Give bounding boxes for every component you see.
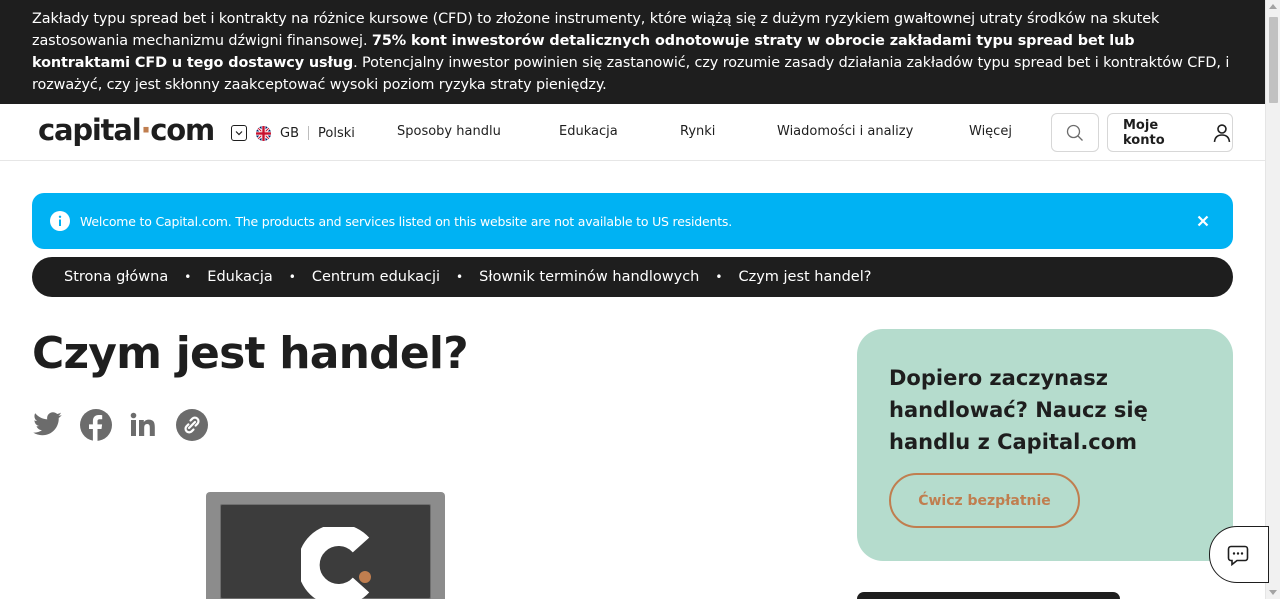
hero-screen xyxy=(220,504,431,599)
risk-warning-banner: Zakłady typu spread bet i kontrakty na r… xyxy=(0,0,1265,104)
logo-text-capital: capital xyxy=(38,113,142,147)
page-scrollbar[interactable] xyxy=(1265,0,1280,599)
top-navigation: capital·com GB Polski Sposoby handlu Edu… xyxy=(0,104,1265,161)
chat-button[interactable] xyxy=(1209,526,1269,583)
scrollbar-thumb[interactable] xyxy=(1269,17,1278,103)
close-icon[interactable] xyxy=(1195,213,1211,229)
breadcrumb-separator: • xyxy=(456,270,464,284)
share-linkedin-button[interactable] xyxy=(129,411,157,443)
breadcrumb-item-centrum-edukacji[interactable]: Centrum edukacji xyxy=(312,269,440,285)
my-account-button[interactable]: Moje konto xyxy=(1107,113,1233,152)
scroll-up-arrow-icon[interactable] xyxy=(1269,4,1277,9)
breadcrumb-item-current: Czym jest handel? xyxy=(738,269,872,285)
nav-wiadomosci-i-analizy[interactable]: Wiadomości i analizy xyxy=(777,124,913,139)
capital-com-c-logo-icon xyxy=(301,527,371,599)
promo-title: Dopiero zaczynasz handlować? Naucz się h… xyxy=(889,366,1148,454)
user-icon xyxy=(1213,123,1231,142)
capital-com-logo[interactable]: capital·com xyxy=(38,113,215,147)
region-language-selector[interactable]: GB Polski xyxy=(231,123,355,143)
search-button[interactable] xyxy=(1051,113,1099,152)
article-hero-image xyxy=(206,492,445,599)
region-code: GB xyxy=(280,125,299,141)
nav-sposoby-handlu[interactable]: Sposoby handlu xyxy=(397,124,501,139)
copy-link-icon xyxy=(176,409,208,441)
promo-card: Dopiero zaczynasz handlować? Naucz się h… xyxy=(857,329,1233,561)
twitter-icon xyxy=(33,412,62,436)
breadcrumb-item-edukacja[interactable]: Edukacja xyxy=(207,269,272,285)
chat-icon xyxy=(1227,545,1249,566)
notice-text: Welcome to Capital.com. The products and… xyxy=(80,213,733,229)
facebook-icon xyxy=(80,409,112,441)
copy-link-button[interactable] xyxy=(176,409,208,445)
nav-rynki[interactable]: Rynki xyxy=(680,124,715,139)
logo-text-com: com xyxy=(150,113,215,147)
language-label: Polski xyxy=(318,125,355,141)
us-residents-notice: Welcome to Capital.com. The products and… xyxy=(32,193,1233,249)
logo-dot: · xyxy=(140,113,151,147)
info-icon xyxy=(50,211,70,231)
breadcrumb-item-strona-glowna[interactable]: Strona główna xyxy=(64,269,168,285)
chevron-down-icon[interactable] xyxy=(231,125,247,141)
share-twitter-button[interactable] xyxy=(32,409,63,444)
breadcrumb-separator: • xyxy=(288,270,296,284)
breadcrumb-item-slownik[interactable]: Słownik terminów handlowych xyxy=(479,269,699,285)
share-facebook-button[interactable] xyxy=(80,409,112,445)
sidebar-card xyxy=(857,592,1120,599)
scroll-down-arrow-icon[interactable] xyxy=(1269,590,1277,595)
breadcrumb-separator: • xyxy=(184,270,192,284)
breadcrumb-separator: • xyxy=(715,270,723,284)
nav-edukacja[interactable]: Edukacja xyxy=(559,124,618,139)
nav-wiecej[interactable]: Więcej xyxy=(969,124,1012,139)
page-title: Czym jest handel? xyxy=(32,328,469,379)
region-separator xyxy=(308,126,309,140)
practice-free-button[interactable]: Ćwicz bezpłatnie xyxy=(889,473,1080,528)
linkedin-icon xyxy=(130,412,155,436)
my-account-label: Moje konto xyxy=(1123,117,1165,148)
breadcrumb: Strona główna • Edukacja • Centrum eduka… xyxy=(32,257,1233,297)
uk-flag-icon xyxy=(256,125,271,141)
search-icon xyxy=(1066,124,1083,141)
